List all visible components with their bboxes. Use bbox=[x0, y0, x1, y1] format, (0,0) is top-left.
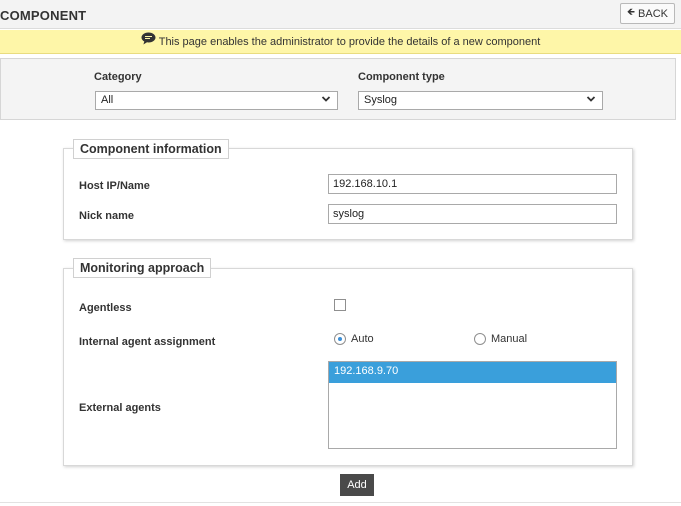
manual-radio[interactable] bbox=[474, 333, 486, 345]
filter-panel: Category All Component type Syslog bbox=[0, 58, 676, 120]
component-information-legend: Component information bbox=[73, 139, 229, 159]
component-type-label: Component type bbox=[358, 71, 445, 83]
auto-radio-label[interactable]: Auto bbox=[351, 333, 374, 345]
page-title: COMPONENT bbox=[0, 8, 87, 23]
component-type-select[interactable]: Syslog bbox=[358, 91, 603, 110]
chevron-down-icon bbox=[586, 96, 596, 102]
chevron-down-icon bbox=[321, 96, 331, 102]
info-banner: This page enables the administrator to p… bbox=[0, 30, 681, 54]
back-arrow-icon: 🡸 bbox=[626, 7, 636, 18]
category-label: Category bbox=[94, 71, 142, 83]
component-type-select-value: Syslog bbox=[364, 94, 398, 106]
divider bbox=[0, 502, 681, 503]
top-bar: COMPONENT 🡸 BACK bbox=[0, 0, 681, 29]
host-ip-input[interactable]: 192.168.10.1 bbox=[328, 174, 617, 194]
monitoring-approach-legend: Monitoring approach bbox=[73, 258, 212, 278]
manual-radio-label[interactable]: Manual bbox=[491, 333, 527, 345]
host-ip-label: Host IP/Name bbox=[79, 180, 150, 192]
external-agents-label: External agents bbox=[79, 402, 161, 414]
agentless-label: Agentless bbox=[79, 302, 132, 314]
back-button[interactable]: 🡸 BACK bbox=[619, 3, 675, 24]
category-select[interactable]: All bbox=[95, 91, 338, 110]
category-select-value: All bbox=[101, 94, 114, 106]
component-information-section bbox=[63, 148, 633, 240]
speech-bubble-icon bbox=[141, 32, 156, 45]
add-button[interactable]: Add bbox=[340, 474, 374, 496]
back-button-label: BACK bbox=[638, 7, 668, 20]
agentless-checkbox[interactable] bbox=[334, 299, 346, 311]
nick-name-label: Nick name bbox=[79, 210, 135, 222]
info-message: This page enables the administrator to p… bbox=[158, 35, 541, 48]
internal-agent-assignment-label: Internal agent assignment bbox=[79, 336, 216, 348]
nick-name-input[interactable]: syslog bbox=[328, 204, 617, 224]
external-agents-listbox[interactable]: 192.168.9.70 bbox=[328, 361, 617, 449]
list-item[interactable]: 192.168.9.70 bbox=[329, 362, 616, 383]
auto-radio[interactable] bbox=[334, 333, 346, 345]
